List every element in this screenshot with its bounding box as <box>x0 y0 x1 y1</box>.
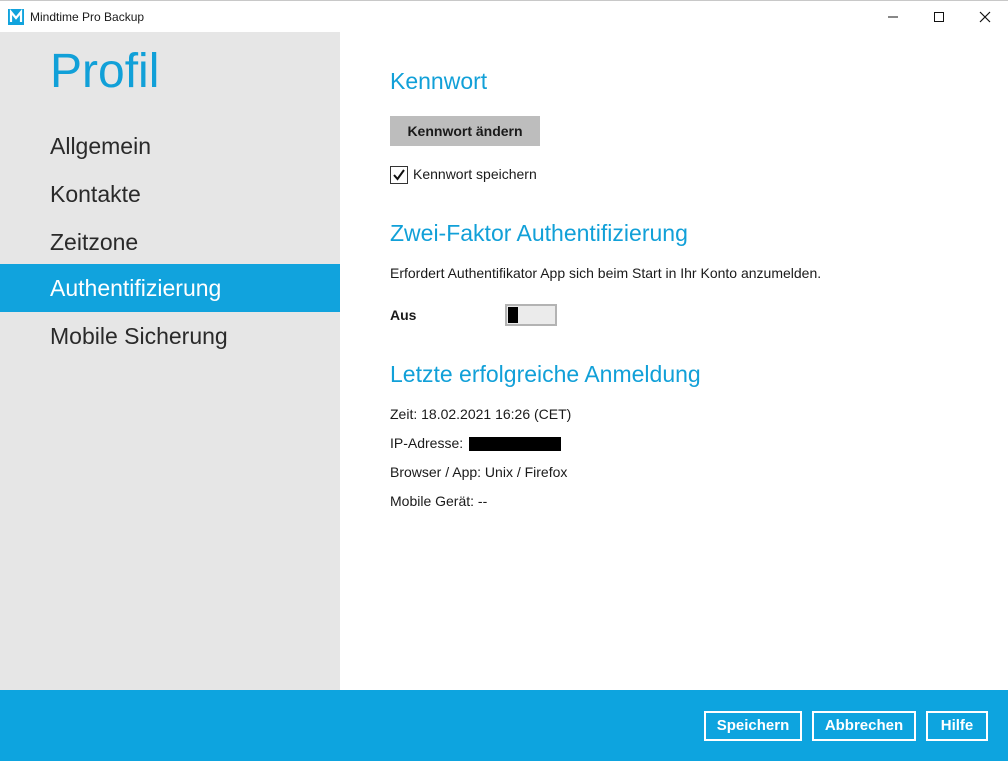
password-section-title: Kennwort <box>390 68 488 94</box>
sidebar-title: Profil <box>50 45 160 98</box>
close-button[interactable] <box>962 1 1008 32</box>
window-title: Mindtime Pro Backup <box>30 10 145 24</box>
cancel-button[interactable]: Abbrechen <box>812 711 916 741</box>
change-password-button[interactable]: Kennwort ändern <box>390 116 540 146</box>
main-content: Kennwort Kennwort ändern Kennwort speich… <box>340 32 1008 690</box>
checkmark-icon <box>393 169 405 181</box>
last-login-ip: IP-Adresse: <box>390 435 562 452</box>
help-button[interactable]: Hilfe <box>926 711 988 741</box>
two-factor-status-label: Aus <box>390 307 417 323</box>
two-factor-section-title: Zwei-Faktor Authentifizierung <box>390 220 688 246</box>
close-icon <box>979 11 991 22</box>
maximize-button[interactable] <box>916 1 962 32</box>
save-button[interactable]: Speichern <box>704 711 802 741</box>
sidebar-item-allgemein[interactable]: Allgemein <box>0 122 340 170</box>
sidebar: Profil Allgemein Kontakte Zeitzone Authe… <box>0 32 340 690</box>
last-login-section-title: Letzte erfolgreiche Anmeldung <box>390 361 701 387</box>
sidebar-item-kontakte[interactable]: Kontakte <box>0 170 340 218</box>
last-login-browser: Browser / App: Unix / Firefox <box>390 464 568 480</box>
two-factor-toggle[interactable] <box>505 304 557 326</box>
minimize-button[interactable] <box>870 1 916 32</box>
toggle-knob <box>508 307 518 323</box>
last-login-time: Zeit: 18.02.2021 16:26 (CET) <box>390 406 572 422</box>
sidebar-item-zeitzone[interactable]: Zeitzone <box>0 218 340 266</box>
app-logo-icon <box>8 9 24 25</box>
minimize-icon <box>888 16 898 17</box>
ip-label: IP-Adresse: <box>390 435 464 451</box>
footer-bar: Speichern Abbrechen Hilfe <box>0 690 1008 761</box>
save-password-label: Kennwort speichern <box>413 166 537 182</box>
save-password-checkbox[interactable] <box>390 166 408 184</box>
ip-redacted-block <box>469 437 562 452</box>
sidebar-item-authentifizierung[interactable]: Authentifizierung <box>0 264 340 312</box>
sidebar-item-mobile-sicherung[interactable]: Mobile Sicherung <box>0 312 340 360</box>
two-factor-description: Erfordert Authentifikator App sich beim … <box>390 265 822 281</box>
maximize-icon <box>934 11 944 22</box>
title-bar: Mindtime Pro Backup <box>0 0 1008 32</box>
last-login-mobile: Mobile Gerät: -- <box>390 493 488 509</box>
